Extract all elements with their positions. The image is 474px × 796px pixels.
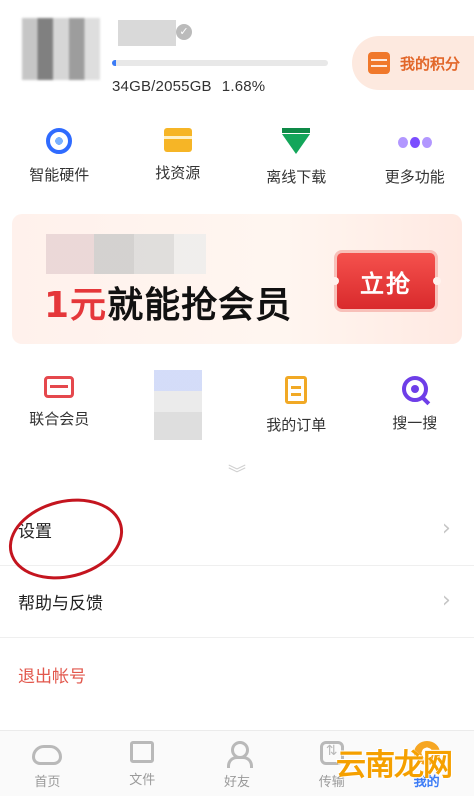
grid-item-more-features[interactable]: 更多功能 bbox=[356, 128, 474, 187]
grid-item-joint-member[interactable]: 联合会员 bbox=[0, 376, 119, 440]
expand-chevron-icon[interactable]: ︾ bbox=[226, 460, 248, 485]
grid-item-offline-download[interactable]: 离线下载 bbox=[237, 128, 356, 187]
grid-label: 智能硬件 bbox=[29, 166, 90, 184]
storage-progress-fill bbox=[112, 60, 117, 66]
grid-label: 联合会员 bbox=[29, 410, 90, 428]
nav-label: 文件 bbox=[129, 773, 156, 788]
grid-item-smart-hardware[interactable]: 智能硬件 bbox=[0, 128, 119, 187]
banner-headline-text: 就能抢会员 bbox=[107, 285, 293, 326]
nav-label: 好友 bbox=[223, 775, 250, 790]
more-features-icon bbox=[397, 128, 432, 156]
help-feedback-label: 帮助与反馈 bbox=[18, 594, 103, 614]
grab-now-button[interactable]: 立抢 bbox=[331, 250, 441, 312]
nav-friends[interactable]: 好友 bbox=[190, 731, 285, 796]
banner-headline: 1元就能抢会员 bbox=[44, 276, 292, 328]
grid-label: 更多功能 bbox=[384, 168, 445, 186]
banner-blurred-text bbox=[46, 234, 206, 274]
member-promo-banner[interactable]: 1元就能抢会员 立抢 bbox=[12, 214, 462, 344]
banner-price: 1元 bbox=[44, 285, 108, 326]
grab-now-label: 立抢 bbox=[360, 269, 412, 298]
chevron-right-icon: › bbox=[442, 516, 451, 541]
my-points-button[interactable]: 我的积分 bbox=[352, 36, 474, 90]
find-resource-icon bbox=[163, 128, 192, 152]
joint-member-icon bbox=[44, 376, 75, 398]
smart-hardware-icon bbox=[46, 128, 73, 154]
storage-info: 34GB/2055GB 1.68% bbox=[112, 78, 265, 95]
verified-badge-icon: ✓ bbox=[176, 24, 192, 40]
grid-item-search[interactable]: 搜一搜 bbox=[356, 376, 474, 440]
site-watermark: 云南龙网 bbox=[336, 748, 453, 783]
avatar[interactable] bbox=[22, 18, 100, 80]
my-orders-icon bbox=[285, 376, 308, 404]
menu-item-logout[interactable]: 退出帐号 bbox=[0, 638, 474, 710]
friends-icon bbox=[225, 741, 253, 768]
menu-item-help-feedback[interactable]: 帮助与反馈 › bbox=[0, 566, 474, 638]
files-icon bbox=[130, 741, 155, 763]
nav-home[interactable]: 首页 bbox=[0, 731, 95, 796]
username-blurred bbox=[118, 20, 176, 46]
blurred-icon bbox=[153, 370, 202, 440]
chevron-right-icon: › bbox=[442, 588, 451, 613]
feature-grid: 智能硬件 找资源 离线下载 更多功能 bbox=[0, 128, 474, 187]
grid-item-blurred[interactable] bbox=[119, 370, 238, 440]
grid-label: 我的订单 bbox=[266, 416, 327, 434]
grid-label: 搜一搜 bbox=[392, 414, 438, 432]
home-icon bbox=[32, 745, 63, 765]
nav-files[interactable]: 文件 bbox=[95, 731, 190, 796]
storage-used-text: 34GB/2055GB bbox=[112, 78, 212, 95]
grid-label: 离线下载 bbox=[266, 168, 327, 186]
search-icon bbox=[401, 376, 428, 402]
nav-label: 首页 bbox=[34, 775, 61, 790]
grid-item-my-orders[interactable]: 我的订单 bbox=[237, 376, 356, 440]
offline-download-icon bbox=[281, 128, 311, 156]
coin-stack-icon bbox=[368, 52, 390, 74]
profile-header: ✓ 34GB/2055GB 1.68% 我的积分 bbox=[0, 0, 474, 110]
grid-item-find-resource[interactable]: 找资源 bbox=[119, 128, 238, 187]
storage-percent-text: 1.68% bbox=[221, 78, 266, 95]
storage-progress-bar bbox=[112, 60, 328, 66]
my-points-label: 我的积分 bbox=[400, 54, 461, 73]
service-grid: 联合会员 我的订单 搜一搜 bbox=[0, 370, 474, 440]
logout-label: 退出帐号 bbox=[18, 666, 86, 687]
grid-label: 找资源 bbox=[155, 164, 201, 182]
